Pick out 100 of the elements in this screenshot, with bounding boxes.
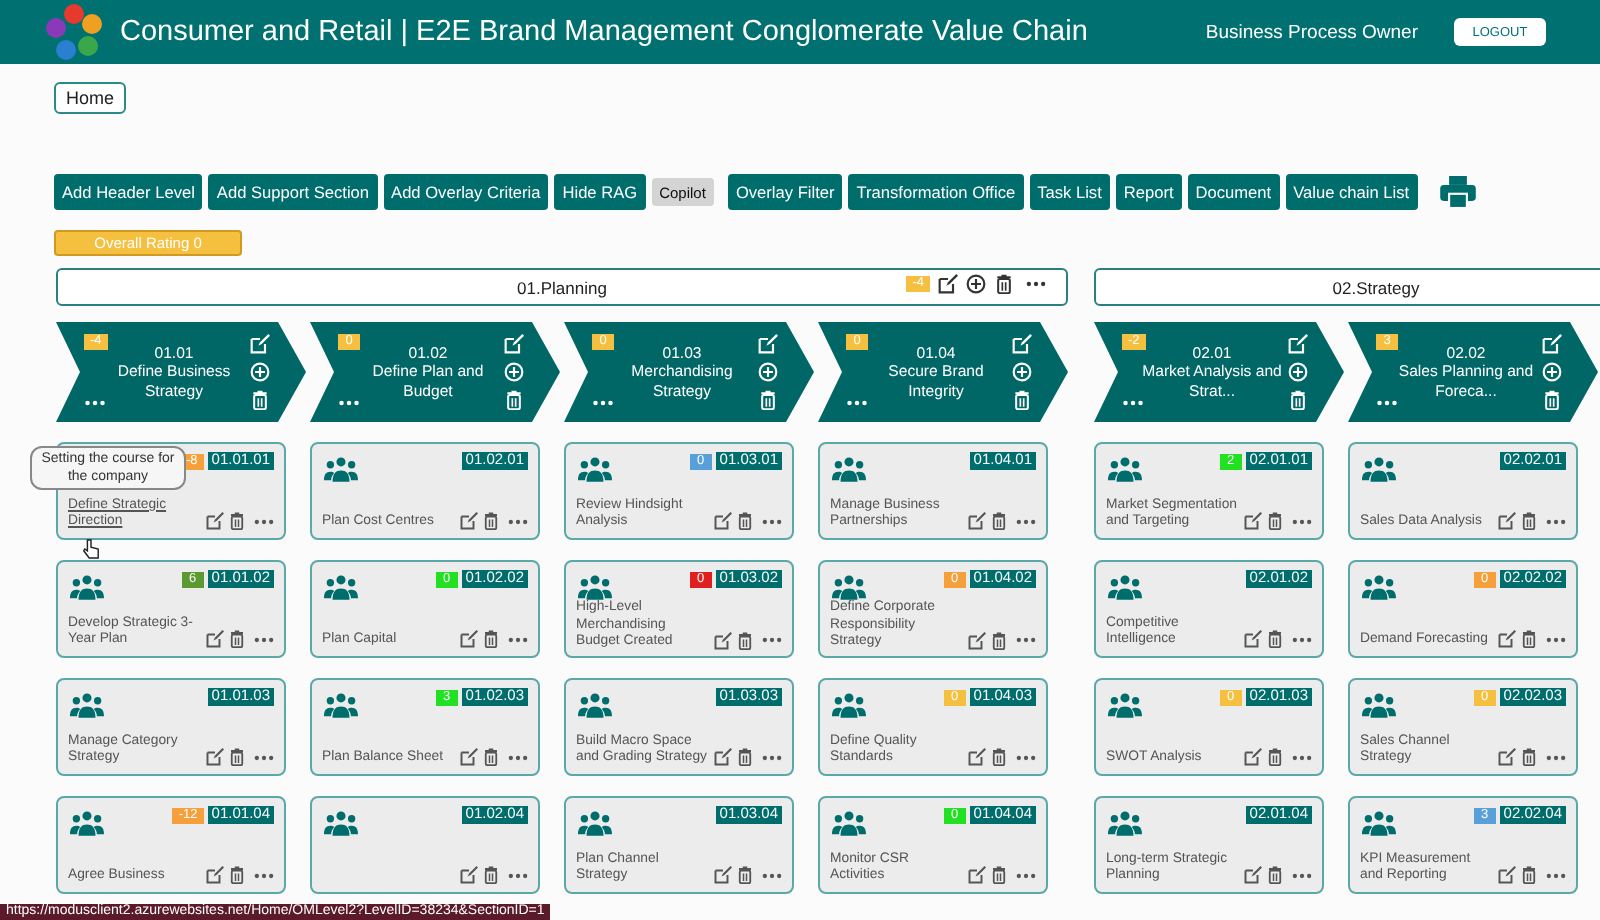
edit-icon[interactable]	[206, 748, 224, 766]
more-icon[interactable]	[762, 871, 782, 879]
edit-icon[interactable]	[968, 866, 986, 884]
trash-icon[interactable]	[1266, 512, 1284, 530]
toolbar-button[interactable]: Overlay Filter	[727, 174, 843, 210]
edit-icon[interactable]	[1244, 866, 1262, 884]
trash-icon[interactable]	[736, 512, 754, 530]
edit-icon[interactable]	[206, 512, 224, 530]
edit-icon[interactable]	[460, 630, 478, 648]
edit-icon[interactable]	[460, 748, 478, 766]
edit-icon[interactable]	[714, 866, 732, 884]
trash-icon[interactable]	[990, 748, 1008, 766]
edit-icon[interactable]	[714, 631, 732, 650]
trash-icon[interactable]	[736, 748, 754, 766]
more-icon[interactable]	[1292, 517, 1312, 525]
trash-icon[interactable]	[736, 631, 754, 650]
edit-icon[interactable]	[460, 512, 478, 530]
more-icon[interactable]	[1016, 753, 1036, 761]
more-icon[interactable]	[1546, 753, 1566, 761]
more-icon[interactable]	[1292, 753, 1312, 761]
edit-icon[interactable]	[968, 631, 986, 650]
trash-icon[interactable]	[1520, 630, 1538, 648]
more-icon[interactable]	[1546, 635, 1566, 643]
trash-icon[interactable]	[1520, 748, 1538, 766]
trash-icon[interactable]	[1288, 390, 1308, 410]
trash-icon[interactable]	[482, 748, 500, 766]
edit-icon[interactable]	[968, 748, 986, 766]
trash-icon[interactable]	[228, 866, 246, 884]
more-icon[interactable]	[1546, 517, 1566, 525]
more-icon[interactable]	[1546, 871, 1566, 879]
trash-icon[interactable]	[1266, 630, 1284, 648]
trash-icon[interactable]	[1520, 512, 1538, 530]
trash-icon[interactable]	[758, 390, 778, 410]
more-icon[interactable]	[338, 400, 360, 406]
more-icon[interactable]	[508, 871, 528, 879]
more-icon[interactable]	[1016, 517, 1036, 525]
trash-icon[interactable]	[228, 630, 246, 648]
trash-icon[interactable]	[482, 866, 500, 884]
add-icon[interactable]	[966, 274, 986, 294]
edit-icon[interactable]	[938, 274, 958, 294]
edit-icon[interactable]	[1244, 748, 1262, 766]
edit-icon[interactable]	[714, 748, 732, 766]
toolbar-button[interactable]: Add Support Section	[208, 174, 378, 210]
trash-icon[interactable]	[990, 631, 1008, 650]
edit-icon[interactable]	[1498, 866, 1516, 884]
more-icon[interactable]	[1016, 636, 1036, 645]
more-icon[interactable]	[84, 400, 106, 406]
more-icon[interactable]	[762, 517, 782, 525]
trash-icon[interactable]	[482, 512, 500, 530]
home-breadcrumb[interactable]: Home	[54, 82, 127, 114]
trash-icon[interactable]	[1266, 748, 1284, 766]
trash-icon[interactable]	[1520, 866, 1538, 884]
edit-icon[interactable]	[1498, 630, 1516, 648]
more-icon[interactable]	[1016, 871, 1036, 879]
trash-icon[interactable]	[504, 390, 524, 410]
trash-icon[interactable]	[1266, 866, 1284, 884]
trash-icon[interactable]	[250, 390, 270, 410]
toolbar-button[interactable]: Add Header Level	[54, 174, 203, 210]
more-icon[interactable]	[1292, 635, 1312, 643]
toolbar-button[interactable]: Document	[1187, 174, 1280, 210]
toolbar-button[interactable]: Report	[1115, 174, 1182, 210]
more-icon[interactable]	[508, 635, 528, 643]
more-icon[interactable]	[846, 400, 868, 406]
more-icon[interactable]	[254, 871, 274, 879]
more-icon[interactable]	[762, 753, 782, 761]
trash-icon[interactable]	[736, 866, 754, 884]
more-icon[interactable]	[1376, 400, 1398, 406]
more-icon[interactable]	[592, 400, 614, 406]
edit-icon[interactable]	[206, 630, 224, 648]
edit-icon[interactable]	[1498, 748, 1516, 766]
edit-icon[interactable]	[1244, 630, 1262, 648]
trash-icon[interactable]	[228, 748, 246, 766]
trash-icon[interactable]	[482, 630, 500, 648]
more-icon[interactable]	[1292, 871, 1312, 879]
more-icon[interactable]	[508, 517, 528, 525]
print-icon[interactable]	[1439, 176, 1476, 208]
trash-icon[interactable]	[994, 274, 1014, 294]
more-icon[interactable]	[1026, 280, 1046, 288]
edit-icon[interactable]	[460, 866, 478, 884]
trash-icon[interactable]	[1012, 390, 1032, 410]
edit-icon[interactable]	[1498, 512, 1516, 530]
trash-icon[interactable]	[228, 512, 246, 530]
edit-icon[interactable]	[968, 512, 986, 530]
toolbar-button[interactable]: Hide RAG	[554, 174, 646, 210]
edit-icon[interactable]	[714, 512, 732, 530]
toolbar-button[interactable]: Task List	[1029, 174, 1110, 210]
more-icon[interactable]	[254, 635, 274, 643]
toolbar-button[interactable]: Add Overlay Criteria	[383, 174, 549, 210]
more-icon[interactable]	[254, 517, 274, 525]
more-icon[interactable]	[508, 753, 528, 761]
edit-icon[interactable]	[1244, 512, 1262, 530]
toolbar-button[interactable]: Transformation Office	[848, 174, 1024, 210]
edit-icon[interactable]	[206, 866, 224, 884]
trash-icon[interactable]	[990, 512, 1008, 530]
more-icon[interactable]	[1122, 400, 1144, 406]
more-icon[interactable]	[254, 753, 274, 761]
toolbar-button[interactable]: Value chain List	[1285, 174, 1418, 210]
trash-icon[interactable]	[1542, 390, 1562, 410]
more-icon[interactable]	[762, 636, 782, 645]
trash-icon[interactable]	[990, 866, 1008, 884]
